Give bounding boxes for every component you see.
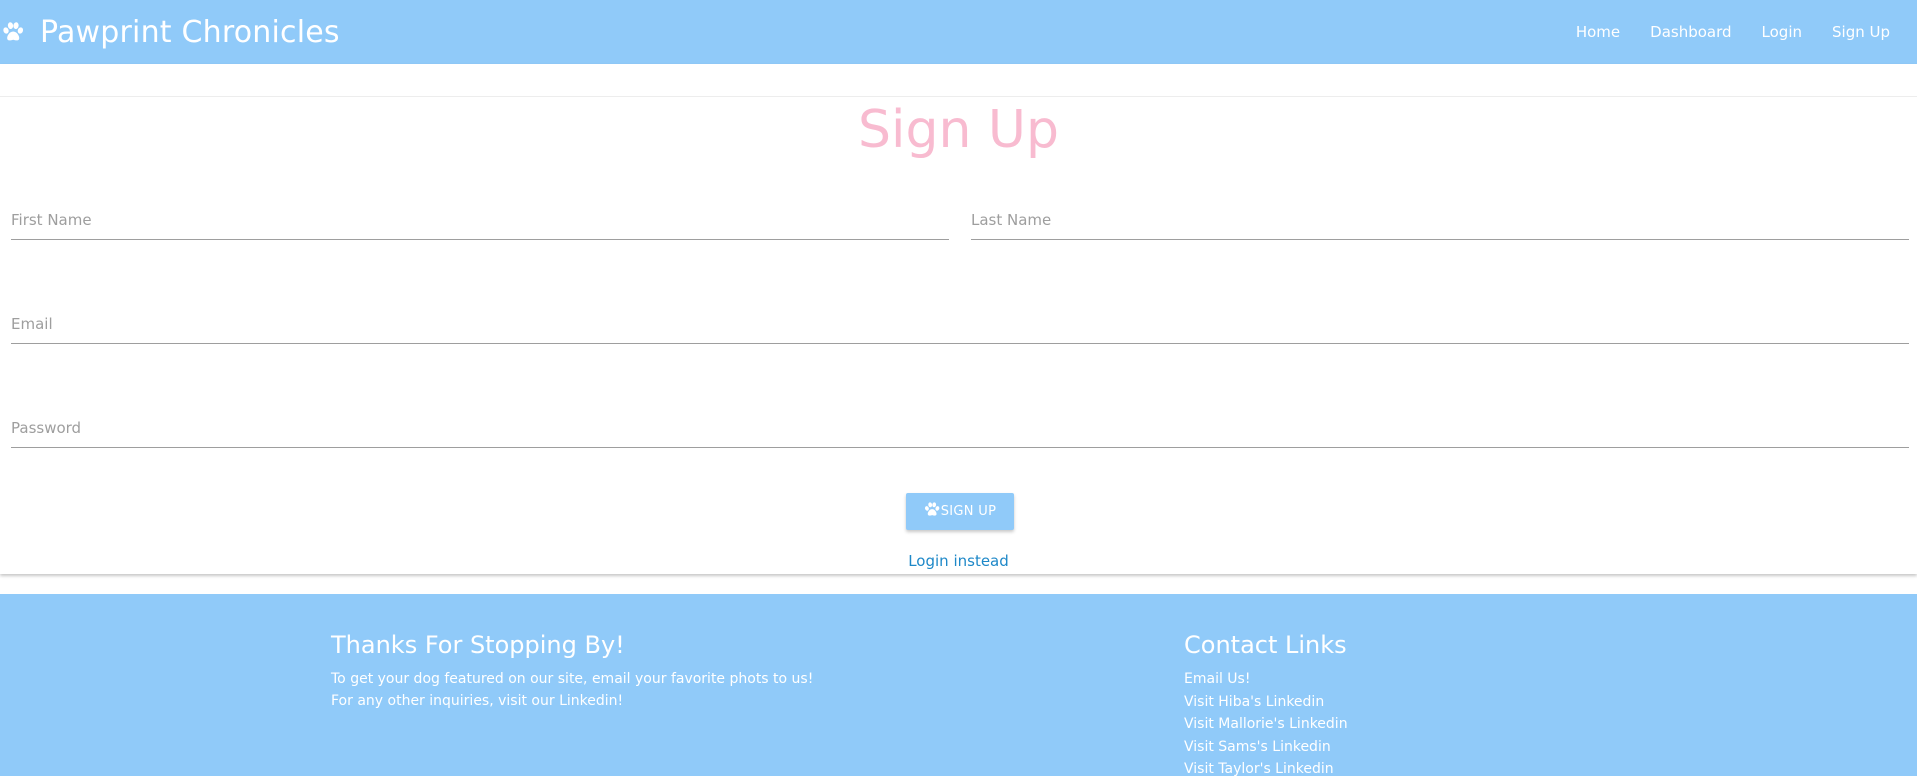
footer-link-sams-linkedin[interactable]: Visit Sams's Linkedin <box>1184 736 1348 759</box>
login-instead-link[interactable]: Login instead <box>908 552 1009 570</box>
footer-link-hiba-linkedin[interactable]: Visit Hiba's Linkedin <box>1184 691 1348 714</box>
first-name-field <box>11 200 949 240</box>
last-name-input[interactable] <box>971 200 1909 240</box>
footer-contact-heading: Contact Links <box>1184 631 1347 659</box>
nav-link-sign-up[interactable]: Sign Up <box>1817 0 1905 64</box>
footer-thanks-heading: Thanks For Stopping By! <box>331 631 625 659</box>
brand-title: Pawprint Chronicles <box>40 14 340 50</box>
nav-link-home[interactable]: Home <box>1561 0 1635 64</box>
footer-thanks-section: Thanks For Stopping By! To get your dog … <box>331 630 813 712</box>
brand-logo-link[interactable]: Pawprint Chronicles <box>0 0 340 64</box>
signup-card: Sign Up SIGN UP Login instead <box>0 64 1917 574</box>
divider <box>0 96 1917 97</box>
nav-links: Home Dashboard Login Sign Up <box>1561 0 1905 64</box>
email-field <box>11 304 1909 344</box>
sign-up-button-label: SIGN UP <box>940 504 997 519</box>
footer-text-line: For any other inquiries, visit our Linke… <box>331 693 624 709</box>
footer-link-taylor-linkedin[interactable]: Visit Taylor's Linkedin <box>1184 758 1348 781</box>
password-field <box>11 408 1909 448</box>
page-title: Sign Up <box>857 100 1060 160</box>
password-input[interactable] <box>11 408 1909 448</box>
login-instead-wrapper: Login instead <box>0 552 1917 570</box>
nav-link-dashboard[interactable]: Dashboard <box>1635 0 1746 64</box>
footer-link-email[interactable]: Email Us! <box>1184 668 1348 691</box>
paw-icon <box>3 22 24 41</box>
footer-thanks-text: To get your dog featured on our site, em… <box>331 668 813 712</box>
footer-link-mallorie-linkedin[interactable]: Visit Mallorie's Linkedin <box>1184 713 1348 736</box>
nav-link-login[interactable]: Login <box>1747 0 1817 64</box>
footer-contact-section: Contact Links Email Us! Visit Hiba's Lin… <box>1184 630 1348 781</box>
paw-icon <box>924 502 940 516</box>
email-input[interactable] <box>11 304 1909 344</box>
navbar: Pawprint Chronicles Home Dashboard Login… <box>0 0 1917 64</box>
last-name-field <box>971 200 1909 240</box>
first-name-input[interactable] <box>11 200 949 240</box>
footer-text-line: To get your dog featured on our site, em… <box>331 671 814 687</box>
sign-up-button[interactable]: SIGN UP <box>906 493 1014 530</box>
footer: Thanks For Stopping By! To get your dog … <box>0 594 1917 777</box>
